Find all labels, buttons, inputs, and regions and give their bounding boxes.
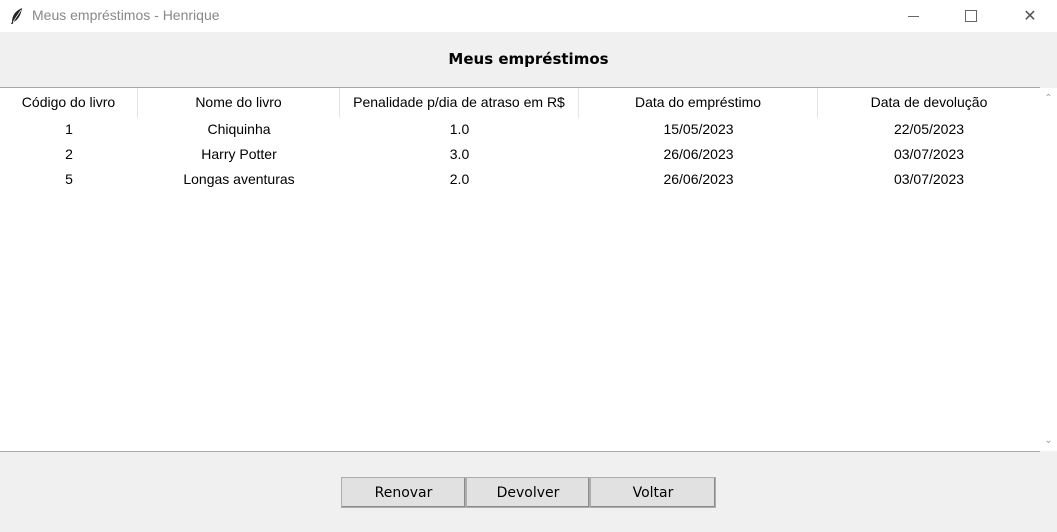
table-row[interactable]: 1 Chiquinha 1.0 15/05/2023 22/05/2023	[0, 117, 1040, 142]
cell-book-code: 2	[65, 146, 73, 162]
loans-table: Código do livro Nome do livro Penalidade…	[0, 88, 1040, 451]
table-row[interactable]: 2 Harry Potter 3.0 26/06/2023 03/07/2023	[0, 142, 1040, 167]
maximize-button[interactable]	[948, 0, 994, 32]
cell-return-date: 22/05/2023	[893, 121, 965, 137]
window-title: Meus empréstimos - Henrique	[32, 7, 220, 23]
cell-book-code: 5	[65, 171, 73, 187]
cell-penalty: 1.0	[449, 121, 470, 137]
return-button[interactable]: Devolver	[466, 477, 590, 508]
cell-penalty: 3.0	[449, 146, 470, 162]
back-button[interactable]: Voltar	[590, 477, 716, 508]
minimize-icon	[907, 15, 919, 17]
cell-book-name: Harry Potter	[201, 146, 277, 162]
close-icon: ✕	[1023, 8, 1037, 25]
table-row[interactable]: 5 Longas aventuras 2.0 26/06/2023 03/07/…	[0, 167, 1040, 192]
column-header-return-date[interactable]: Data de devolução	[818, 88, 1040, 118]
cell-book-code: 1	[65, 121, 73, 137]
scroll-up-icon[interactable]: ⌃	[1040, 90, 1057, 107]
cell-loan-date: 26/06/2023	[663, 146, 734, 162]
cell-return-date: 03/07/2023	[893, 146, 965, 162]
column-header-penalty[interactable]: Penalidade p/dia de atraso em R$	[340, 88, 579, 118]
cell-loan-date: 26/06/2023	[663, 171, 734, 187]
window-titlebar: Meus empréstimos - Henrique ✕	[0, 0, 1057, 32]
minimize-button[interactable]	[890, 0, 936, 32]
vertical-scrollbar[interactable]: ⌃ ⌄	[1040, 88, 1057, 451]
renew-button[interactable]: Renovar	[341, 477, 466, 508]
feather-icon	[11, 8, 22, 24]
maximize-icon	[965, 10, 977, 22]
page-title: Meus empréstimos	[448, 50, 609, 68]
table-bottom-border	[0, 451, 1040, 452]
table-header-row: Código do livro Nome do livro Penalidade…	[0, 88, 1040, 118]
cell-loan-date: 15/05/2023	[663, 121, 734, 137]
cell-penalty: 2.0	[449, 171, 470, 187]
cell-book-name: Chiquinha	[207, 121, 271, 137]
close-button[interactable]: ✕	[1007, 0, 1053, 32]
cell-return-date: 03/07/2023	[893, 171, 965, 187]
scroll-down-icon[interactable]: ⌄	[1040, 432, 1057, 449]
column-header-book-code[interactable]: Código do livro	[0, 88, 138, 118]
column-header-book-name[interactable]: Nome do livro	[138, 88, 340, 118]
column-header-loan-date[interactable]: Data do empréstimo	[579, 88, 818, 118]
cell-book-name: Longas aventuras	[183, 171, 295, 187]
